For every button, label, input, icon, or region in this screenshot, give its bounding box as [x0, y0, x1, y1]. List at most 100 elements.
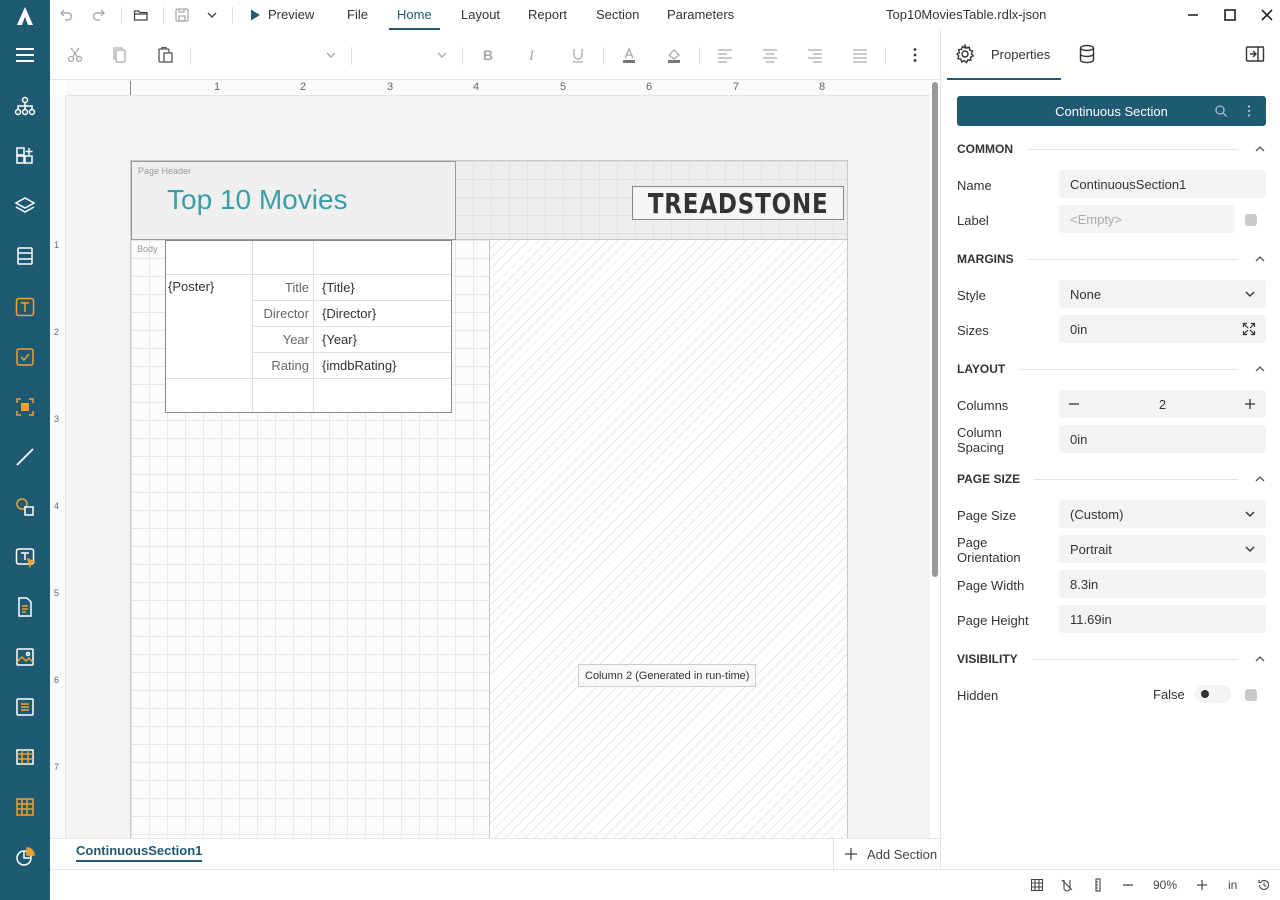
- plus-icon[interactable]: [1244, 398, 1256, 410]
- page-size-select[interactable]: (Custom): [1059, 500, 1266, 528]
- group-editor-icon[interactable]: [13, 244, 37, 268]
- table-row[interactable]: Director {Director}: [253, 301, 451, 327]
- redo-icon[interactable]: [89, 5, 109, 25]
- rich-text-tool-icon[interactable]: [13, 595, 37, 619]
- open-folder-icon[interactable]: [131, 5, 151, 25]
- unit-selector[interactable]: in: [1228, 877, 1237, 893]
- title-value-cell[interactable]: {Title}: [314, 275, 451, 300]
- menu-preview[interactable]: Preview: [264, 0, 318, 30]
- column-spacing-input[interactable]: 0in: [1059, 425, 1266, 453]
- menu-section[interactable]: Section: [592, 0, 643, 30]
- container-tool-icon[interactable]: [13, 395, 37, 419]
- save-icon[interactable]: [172, 5, 192, 25]
- table-cell[interactable]: [314, 379, 451, 412]
- group-page-size[interactable]: PAGE SIZE: [957, 469, 1266, 489]
- bold-icon[interactable]: B: [478, 45, 498, 65]
- poster-cell[interactable]: {Poster}: [166, 275, 253, 379]
- table-cell[interactable]: [253, 379, 314, 412]
- report-title[interactable]: Top 10 Movies: [167, 184, 348, 216]
- close-icon[interactable]: [1257, 5, 1277, 25]
- selected-item-header[interactable]: Continuous Section: [957, 96, 1266, 126]
- table-tool-icon[interactable]: [13, 745, 37, 769]
- shape-tool-icon[interactable]: [13, 495, 37, 519]
- more-vertical-icon[interactable]: [1242, 104, 1256, 118]
- style-select[interactable]: None: [1059, 280, 1266, 308]
- director-label-cell[interactable]: Director: [253, 301, 314, 326]
- cut-icon[interactable]: [65, 45, 85, 65]
- paste-icon[interactable]: [155, 45, 175, 65]
- page-width-input[interactable]: 8.3in: [1059, 570, 1266, 598]
- save-options-chevron-icon[interactable]: [202, 5, 222, 25]
- name-input[interactable]: ContinuousSection1: [1059, 170, 1266, 198]
- menu-home[interactable]: Home: [389, 0, 440, 30]
- hidden-toggle[interactable]: [1195, 685, 1231, 703]
- table-row[interactable]: Year {Year}: [253, 327, 451, 353]
- zoom-in-icon[interactable]: [1195, 877, 1209, 893]
- data-sources-tab[interactable]: [1077, 44, 1099, 66]
- menu-file[interactable]: File: [343, 0, 372, 30]
- textbox-tool-icon[interactable]: [13, 295, 37, 319]
- rating-label-cell[interactable]: Rating: [253, 353, 314, 378]
- layers-icon[interactable]: [13, 194, 37, 218]
- table-row[interactable]: [166, 241, 451, 275]
- chart-tool-icon[interactable]: [13, 845, 37, 869]
- font-color-icon[interactable]: [619, 45, 639, 65]
- table-row[interactable]: [166, 379, 451, 412]
- page-height-input[interactable]: 11.69in: [1059, 605, 1266, 633]
- tab-continuous-section1[interactable]: ContinuousSection1: [76, 843, 203, 862]
- columns-stepper[interactable]: 2: [1059, 390, 1266, 418]
- table-cell[interactable]: [166, 241, 253, 274]
- sizes-input[interactable]: 0in: [1059, 315, 1266, 343]
- image-tool-icon[interactable]: [13, 645, 37, 669]
- table-row[interactable]: Rating {imdbRating}: [253, 353, 451, 379]
- history-icon[interactable]: [1257, 877, 1271, 893]
- more-options-icon[interactable]: [905, 45, 925, 65]
- minimize-icon[interactable]: [1183, 5, 1203, 25]
- director-value-cell[interactable]: {Director}: [314, 301, 451, 326]
- grid-toggle-icon[interactable]: [1030, 877, 1044, 893]
- zoom-level[interactable]: 90%: [1153, 877, 1177, 893]
- table-cell[interactable]: [166, 379, 253, 412]
- tablix-tool-icon[interactable]: [13, 795, 37, 819]
- preview-play-icon[interactable]: [245, 5, 265, 25]
- group-layout[interactable]: LAYOUT: [957, 359, 1266, 379]
- copy-icon[interactable]: [110, 45, 130, 65]
- line-tool-icon[interactable]: [13, 445, 37, 469]
- tab-properties[interactable]: Properties: [947, 30, 1061, 80]
- table-cell[interactable]: [314, 241, 451, 274]
- logo-image[interactable]: TREADSTONE: [632, 186, 844, 220]
- justify-icon[interactable]: [850, 45, 870, 65]
- menu-parameters[interactable]: Parameters: [663, 0, 738, 30]
- report-explorer-icon[interactable]: [13, 94, 37, 118]
- page-header-section[interactable]: Page Header Top 10 Movies TREADSTONE: [130, 160, 848, 240]
- menu-layout[interactable]: Layout: [457, 0, 504, 30]
- rating-value-cell[interactable]: {imdbRating}: [314, 353, 451, 378]
- font-size-dropdown-icon[interactable]: [435, 45, 449, 65]
- search-icon[interactable]: [1214, 104, 1228, 118]
- zoom-out-icon[interactable]: [1121, 877, 1135, 893]
- align-right-icon[interactable]: [805, 45, 825, 65]
- group-common[interactable]: COMMON: [957, 139, 1266, 159]
- table-row[interactable]: Title {Title}: [253, 275, 451, 301]
- maximize-icon[interactable]: [1220, 5, 1240, 25]
- year-label-cell[interactable]: Year: [253, 327, 314, 352]
- ruler-toggle-icon[interactable]: [1091, 877, 1105, 893]
- list-tool-icon[interactable]: [13, 695, 37, 719]
- align-center-icon[interactable]: [760, 45, 780, 65]
- year-value-cell[interactable]: {Year}: [314, 327, 451, 352]
- hidden-expression-toggle[interactable]: [1245, 689, 1257, 701]
- table-cell[interactable]: [253, 241, 314, 274]
- group-visibility[interactable]: VISIBILITY: [957, 649, 1266, 669]
- snap-to-grid-icon[interactable]: [1060, 877, 1074, 893]
- fill-color-icon[interactable]: [664, 45, 684, 65]
- checkbox-tool-icon[interactable]: [13, 345, 37, 369]
- collapse-panel-button[interactable]: [1245, 44, 1267, 66]
- page-orientation-select[interactable]: Portrait: [1059, 535, 1266, 563]
- minus-icon[interactable]: [1068, 398, 1080, 410]
- vertical-scrollbar[interactable]: [932, 82, 938, 577]
- input-field-tool-icon[interactable]: [13, 545, 37, 569]
- label-expression-toggle[interactable]: [1245, 214, 1257, 226]
- add-section-button[interactable]: Add Section: [833, 839, 940, 869]
- align-left-icon[interactable]: [715, 45, 735, 65]
- italic-icon[interactable]: I: [523, 45, 543, 65]
